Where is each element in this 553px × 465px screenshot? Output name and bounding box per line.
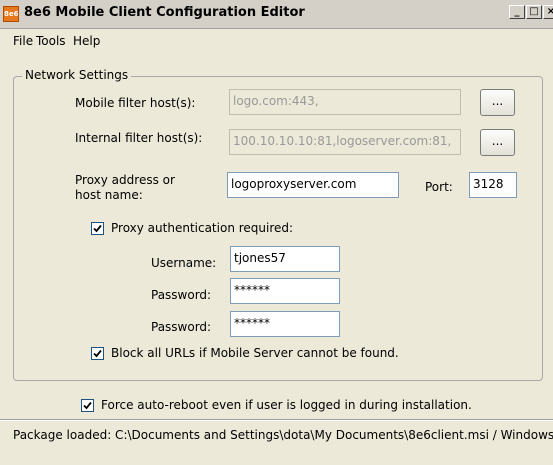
check-icon <box>93 349 102 358</box>
status-bar-text: Package loaded: C:\Documents and Setting… <box>13 428 553 442</box>
proxy-auth-label: Proxy authentication required: <box>111 221 294 235</box>
internal-filter-input[interactable]: 100.10.10.10:81,logoserver.com:81, <box>229 129 461 155</box>
username-label: Username: <box>151 256 217 270</box>
proxy-address-input[interactable]: logoproxyserver.com <box>227 172 399 198</box>
check-icon <box>83 401 92 410</box>
force-reboot-label: Force auto-reboot even if user is logged… <box>101 398 472 412</box>
title-bar[interactable]: 8e6 8e6 Mobile Client Configuration Edit… <box>0 0 553 29</box>
menu-tools[interactable]: Tools <box>36 34 66 48</box>
password-input[interactable]: ****** <box>230 278 340 304</box>
proxy-address-label-line2: host name: <box>75 188 143 202</box>
menu-bar: File Tools Help <box>0 29 553 51</box>
proxy-auth-checkbox[interactable] <box>91 222 104 235</box>
close-button[interactable]: × <box>543 5 553 19</box>
app-icon: 8e6 <box>3 6 19 22</box>
menu-help[interactable]: Help <box>73 34 100 48</box>
username-input[interactable]: tjones57 <box>230 246 340 272</box>
password-confirm-input[interactable]: ****** <box>230 311 340 337</box>
port-input[interactable]: 3128 <box>469 172 517 198</box>
block-urls-checkbox[interactable] <box>91 347 104 360</box>
internal-filter-label: Internal filter host(s): <box>75 131 203 145</box>
status-separator <box>0 419 553 421</box>
mobile-filter-browse-button[interactable]: ... <box>480 89 515 116</box>
password-label: Password: <box>151 288 212 302</box>
menu-file[interactable]: File <box>13 34 33 48</box>
block-urls-label: Block all URLs if Mobile Server cannot b… <box>111 346 399 360</box>
check-icon <box>93 224 102 233</box>
window-title: 8e6 Mobile Client Configuration Editor <box>24 5 305 20</box>
minimize-button[interactable]: _ <box>509 5 525 19</box>
mobile-filter-input[interactable]: logo.com:443, <box>229 89 461 115</box>
config-editor-window: 8e6 8e6 Mobile Client Configuration Edit… <box>0 0 553 465</box>
internal-filter-browse-button[interactable]: ... <box>480 129 515 156</box>
proxy-address-label-line1: Proxy address or <box>75 173 175 187</box>
port-label: Port: <box>425 180 453 194</box>
password-confirm-label: Password: <box>151 320 212 334</box>
force-reboot-checkbox[interactable] <box>81 399 94 412</box>
maximize-button[interactable]: □ <box>526 5 542 19</box>
network-settings-label: Network Settings <box>22 68 132 82</box>
mobile-filter-label: Mobile filter host(s): <box>75 96 196 110</box>
